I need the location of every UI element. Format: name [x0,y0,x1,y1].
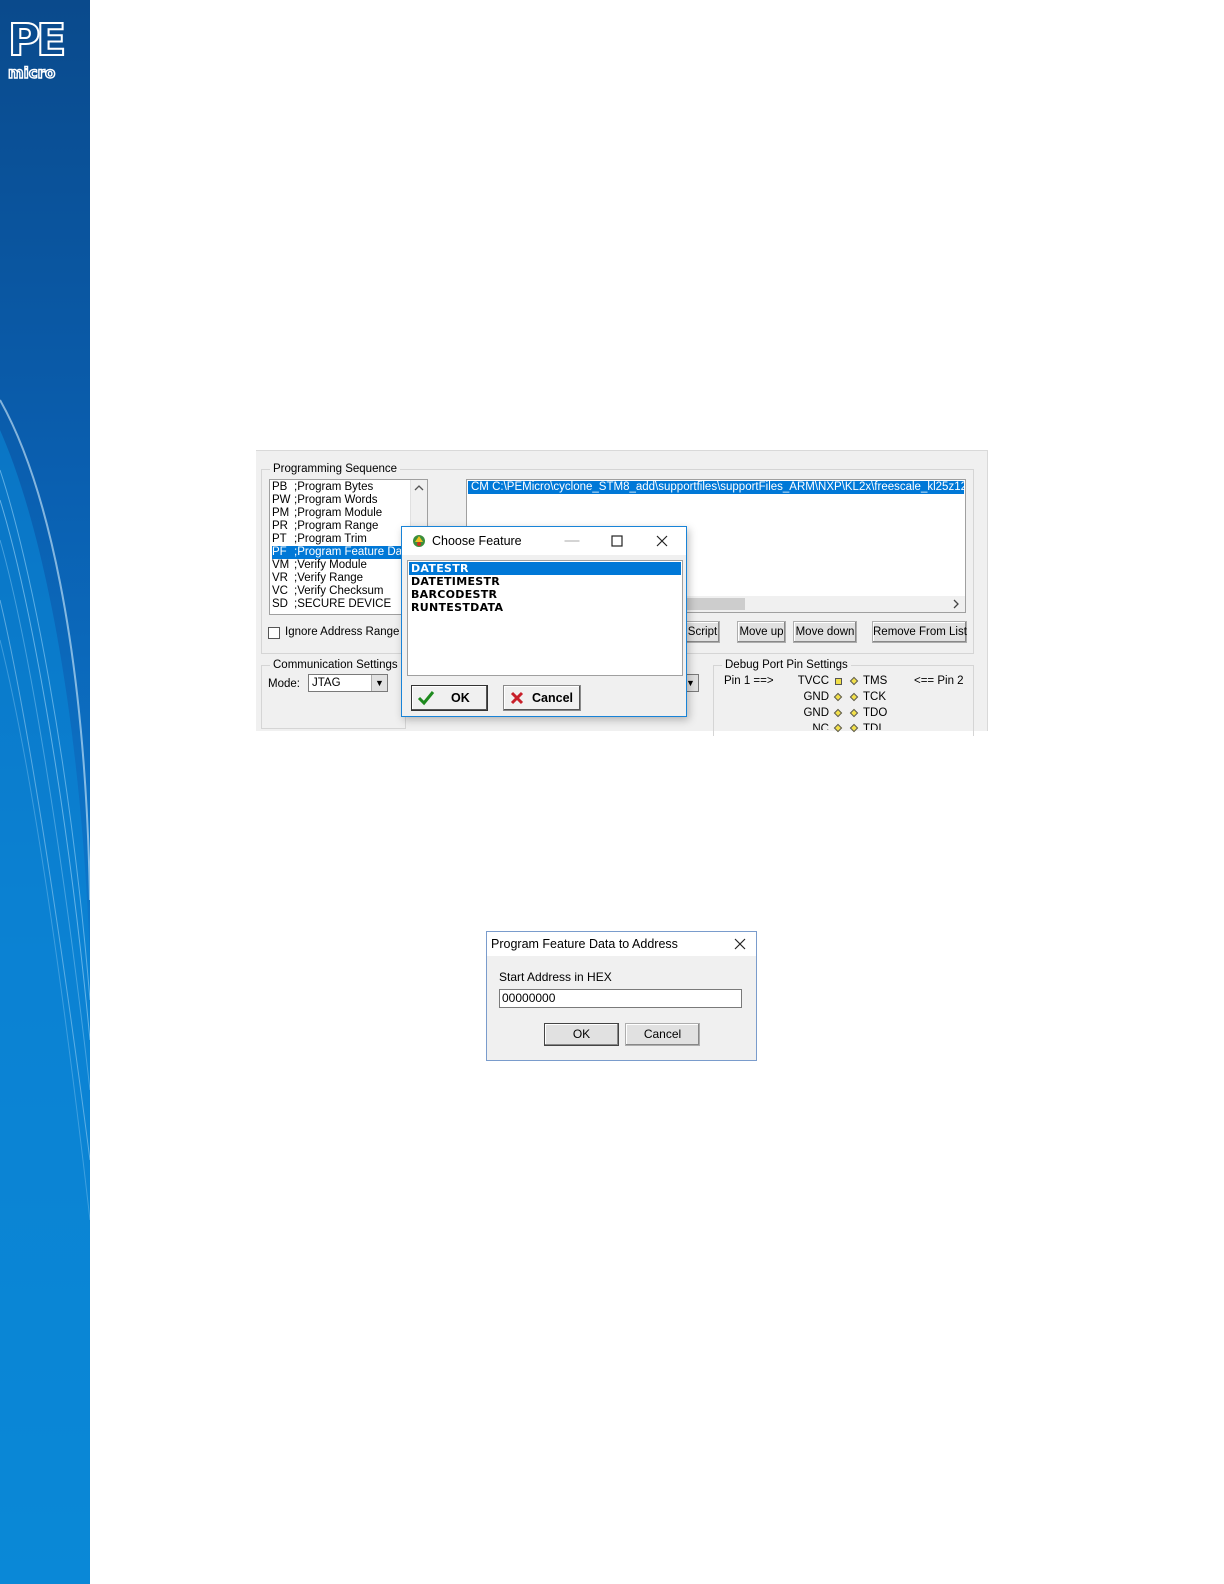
cancel-button[interactable]: Cancel [503,685,581,711]
dialog-titlebar[interactable]: Choose Feature — [402,527,686,555]
cancel-x-icon [510,691,524,705]
mode-select[interactable]: JTAG ▼ [308,674,388,692]
list-item-selected[interactable]: DATESTR [409,562,681,575]
list-item-selected[interactable]: CM C:\PEMicro\cyclone_STM8_add\supportfi… [468,481,964,494]
list-item[interactable]: VM ;Verify Module [272,559,404,572]
pin-left-label: NC [812,723,829,730]
pemicro-logo: PE micro [6,15,82,88]
close-icon[interactable] [652,531,672,551]
mode-value: JTAG [312,677,341,689]
pin-left-label: GND [803,707,829,719]
list-item[interactable]: PW ;Program Words [272,494,404,507]
choose-feature-dialog: Choose Feature — DATESTR DATETIMESTR BAR… [401,526,687,717]
move-up-button[interactable]: Move up [737,621,786,643]
minimize-icon[interactable]: — [562,531,582,551]
start-address-label: Start Address in HEX [499,970,612,984]
app-icon [413,535,425,547]
list-item[interactable]: RUNTESTDATA [409,601,681,614]
list-item[interactable]: PR ;Program Range [272,520,404,533]
pin-indicator [835,678,842,685]
scroll-right-icon[interactable] [951,596,961,612]
debug-port-label: Debug Port Pin Settings [722,658,851,672]
pin1-label: Pin 1 ==> [724,675,774,687]
list-item[interactable]: PB ;Program Bytes [272,481,404,494]
pin-right-label: TCK [863,691,886,703]
logo-pe-text: PE [7,15,67,66]
ok-button[interactable]: OK [544,1023,619,1046]
communication-settings-label: Communication Settings [270,658,401,672]
scroll-thumb[interactable] [687,598,745,610]
checkmark-icon [417,691,435,706]
list-item[interactable]: VC ;Verify Checksum [272,585,404,598]
list-item[interactable]: PT ;Program Trim [272,533,404,546]
start-address-input[interactable]: 00000000 [499,989,742,1008]
pin-right-label: TMS [863,675,888,687]
cancel-button[interactable]: Cancel [625,1023,700,1046]
pin-right-label: TDI [863,723,882,730]
pin-left-label: GND [803,691,829,703]
pin2-label: <== Pin 2 [914,675,964,687]
scroll-up-icon[interactable] [411,480,427,496]
list-item[interactable]: DATETIMESTR [409,575,681,588]
maximize-icon[interactable] [607,531,627,551]
dialog-title: Choose Feature [432,534,522,548]
ignore-address-checkbox[interactable] [268,627,280,639]
close-icon[interactable] [730,934,750,954]
script-button[interactable]: Script [685,621,720,643]
mode-label: Mode: [268,678,300,690]
pin-left-label: TVCC [797,675,829,687]
list-item-selected[interactable]: PF ;Program Feature Data [272,546,412,559]
logo-micro-text: micro [7,63,56,82]
remove-from-list-button[interactable]: Remove From List [872,621,967,643]
brand-sidebar: PE micro [0,0,90,1584]
dialog-titlebar[interactable]: Program Feature Data to Address [487,932,756,956]
list-item[interactable]: BARCODESTR [409,588,681,601]
sidebar-swoosh-graphic [0,399,90,1584]
program-feature-address-dialog: Program Feature Data to Address Start Ad… [486,931,757,1061]
pin-right-label: TDO [863,707,888,719]
list-item[interactable]: PM ;Program Module [272,507,404,520]
ok-button[interactable]: OK [411,685,488,711]
dialog-title: Program Feature Data to Address [491,937,678,951]
list-item[interactable]: VR ;Verify Range [272,572,404,585]
feature-list[interactable]: DATESTR DATETIMESTR BARCODESTR RUNTESTDA… [407,560,683,676]
list-item[interactable]: SD ;SECURE DEVICE [272,598,404,611]
programming-sequence-label: Programming Sequence [270,462,401,476]
chevron-down-icon[interactable]: ▼ [371,675,387,691]
move-down-button[interactable]: Move down [793,621,857,643]
ignore-address-label: Ignore Address Range C [285,626,411,638]
